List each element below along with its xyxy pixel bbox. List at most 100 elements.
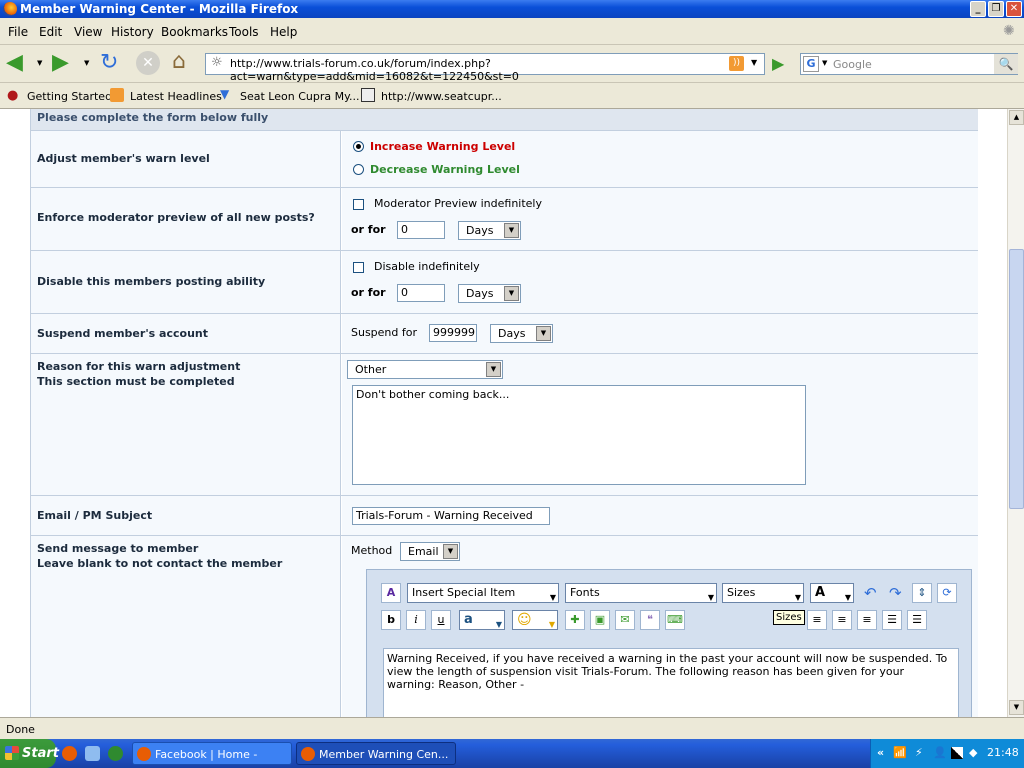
decrease-warning-radio[interactable] xyxy=(353,164,364,175)
align-right-icon[interactable]: ≡ xyxy=(857,610,877,630)
window-title-bar: Member Warning Center - Mozilla Firefox … xyxy=(0,0,1024,18)
restore-button[interactable]: ❐ xyxy=(988,1,1004,17)
clock[interactable]: 21:48 xyxy=(987,746,1019,759)
task-facebook[interactable]: Facebook | Home - Mozill... xyxy=(132,742,292,765)
suspend-for-label: Suspend for xyxy=(351,326,418,339)
posting-unit-select[interactable]: Days ▼ xyxy=(458,284,521,303)
increase-warning-label[interactable]: Increase Warning Level xyxy=(370,140,515,153)
search-magnifier-icon[interactable]: 🔍 xyxy=(994,54,1018,74)
posting-days-input[interactable]: 0 xyxy=(397,284,445,302)
undo-icon[interactable]: ↶ xyxy=(864,584,877,602)
insert-code-icon[interactable]: ⌨ xyxy=(665,610,685,630)
forward-arrow-icon[interactable]: ▶ xyxy=(52,51,76,75)
google-engine-icon[interactable]: G xyxy=(803,56,819,72)
method-label: Method xyxy=(351,544,393,557)
underline-icon[interactable]: u xyxy=(431,610,451,630)
ordered-list-icon[interactable]: ☰ xyxy=(882,610,902,630)
fonts-select[interactable]: Fonts ▼ xyxy=(565,583,717,603)
go-arrow-icon[interactable]: ▶ xyxy=(772,54,784,73)
vertical-scrollbar[interactable]: ▲ ▼ xyxy=(1007,109,1024,717)
mod-preview-checkbox-label: Moderator Preview indefinitely xyxy=(374,197,542,210)
rss-bookmark-icon xyxy=(110,88,124,102)
media-player-quicklaunch-icon[interactable] xyxy=(108,746,123,761)
stop-icon[interactable]: ✕ xyxy=(136,51,160,75)
bookmark-latest-headlines[interactable]: Latest Headlines xyxy=(130,90,222,103)
menu-help[interactable]: Help xyxy=(270,25,297,39)
mod-preview-unit-select[interactable]: Days ▼ xyxy=(458,221,521,240)
scroll-up-icon[interactable]: ▲ xyxy=(1009,110,1024,125)
network-tray-icon[interactable]: 📶 xyxy=(893,746,907,759)
back-arrow-icon[interactable]: ◀ xyxy=(6,51,30,75)
system-tray: « 📶 ⚡ 👤 ◆ 21:48 xyxy=(870,739,1024,768)
menu-view[interactable]: View xyxy=(74,25,102,39)
back-dropdown-icon[interactable]: ▼ xyxy=(37,59,42,67)
unordered-list-icon[interactable]: ☰ xyxy=(907,610,927,630)
url-bar[interactable]: ☼ http://www.trials-forum.co.uk/forum/in… xyxy=(205,53,765,83)
close-button[interactable]: ✕ xyxy=(1006,1,1022,17)
start-button[interactable]: Start xyxy=(0,739,59,768)
suspend-days-input[interactable]: 999999 xyxy=(429,324,477,342)
decrease-warning-label[interactable]: Decrease Warning Level xyxy=(370,163,520,176)
mod-preview-checkbox[interactable] xyxy=(353,199,364,210)
align-center-icon[interactable]: ≡ xyxy=(832,610,852,630)
search-engine-dropdown-icon[interactable]: ▼ xyxy=(822,59,827,67)
search-box[interactable]: G ▼ Google 🔍 xyxy=(800,53,1018,75)
security-tray-icon[interactable]: ◆ xyxy=(969,746,977,759)
method-select[interactable]: Email ▼ xyxy=(400,542,460,561)
scroll-down-icon[interactable]: ▼ xyxy=(1009,700,1024,715)
form-header: Please complete the form below fully xyxy=(31,109,978,131)
url-text: http://www.trials-forum.co.uk/forum/inde… xyxy=(230,57,519,83)
firefox-quicklaunch-icon[interactable] xyxy=(62,746,77,761)
explorer-quicklaunch-icon[interactable] xyxy=(85,746,100,761)
message-body[interactable]: Warning Received, if you have received a… xyxy=(383,648,959,717)
task-member-warning[interactable]: Member Warning Cen... xyxy=(296,742,456,765)
suspend-unit-select[interactable]: Days ▼ xyxy=(490,324,553,343)
mod-preview-days-input[interactable]: 0 xyxy=(397,221,445,239)
posting-ability-row: Disable this members posting ability Dis… xyxy=(31,251,978,314)
menu-bookmarks[interactable]: Bookmarks xyxy=(161,25,228,39)
menu-history[interactable]: History xyxy=(111,25,154,39)
bookmark-getting-started[interactable]: Getting Started xyxy=(27,90,112,103)
scroll-thumb[interactable] xyxy=(1009,249,1024,509)
forward-dropdown-icon[interactable]: ▼ xyxy=(84,59,89,67)
insert-link-icon[interactable]: ✚ xyxy=(565,610,585,630)
font-color-select[interactable]: A ▼ xyxy=(810,583,854,603)
suspend-row: Suspend member's account Suspend for 999… xyxy=(31,314,978,354)
mod-preview-row: Enforce moderator preview of all new pos… xyxy=(31,188,978,251)
bookmark-seatcupra[interactable]: http://www.seatcupr... xyxy=(381,90,502,103)
reason-select[interactable]: Other ▼ xyxy=(347,360,503,379)
home-icon[interactable]: ⌂ xyxy=(172,51,196,75)
subject-input[interactable]: Trials-Forum - Warning Received xyxy=(352,507,550,525)
window-title: Member Warning Center - Mozilla Firefox xyxy=(20,2,299,16)
display-tray-icon[interactable] xyxy=(951,747,963,759)
disable-posting-checkbox[interactable] xyxy=(353,262,364,273)
reload-icon[interactable]: ↻ xyxy=(100,51,124,75)
insert-image-icon[interactable]: ▣ xyxy=(590,610,610,630)
menu-file[interactable]: File xyxy=(8,25,28,39)
insert-quote-icon[interactable]: ❝ xyxy=(640,610,660,630)
italic-icon[interactable]: i xyxy=(406,610,426,630)
align-left-icon[interactable]: ≡ xyxy=(807,610,827,630)
resize-editor-icon[interactable]: ⇕ xyxy=(912,583,932,603)
sizes-select[interactable]: Sizes ▼ xyxy=(722,583,804,603)
user-tray-icon[interactable]: 👤 xyxy=(933,746,947,759)
insert-email-icon[interactable]: ✉ xyxy=(615,610,635,630)
bookmark-seat-leon[interactable]: Seat Leon Cupra My... xyxy=(240,90,360,103)
antivirus-tray-icon[interactable]: ⚡ xyxy=(915,746,923,759)
redo-icon[interactable]: ↷ xyxy=(889,584,902,602)
url-history-dropdown-icon[interactable]: ▼ xyxy=(751,58,757,67)
insert-special-select[interactable]: Insert Special Item ▼ xyxy=(407,583,559,603)
minimize-button[interactable]: _ xyxy=(970,1,986,17)
rss-feed-icon[interactable]: )) xyxy=(729,56,744,71)
menu-tools[interactable]: Tools xyxy=(229,25,259,39)
switch-editor-icon[interactable]: ⟳ xyxy=(937,583,957,603)
remove-format-icon[interactable]: A xyxy=(381,583,401,603)
emoticon-select[interactable]: ☺ ▼ xyxy=(512,610,558,630)
bold-icon[interactable]: b xyxy=(381,610,401,630)
reason-textarea[interactable]: Don't bother coming back... xyxy=(352,385,806,485)
text-color-select[interactable]: a ▼ xyxy=(459,610,505,630)
dropdown-arrow-icon: ▼ xyxy=(504,286,519,301)
increase-warning-radio[interactable] xyxy=(353,141,364,152)
tray-expand-icon[interactable]: « xyxy=(877,746,884,759)
menu-edit[interactable]: Edit xyxy=(39,25,62,39)
